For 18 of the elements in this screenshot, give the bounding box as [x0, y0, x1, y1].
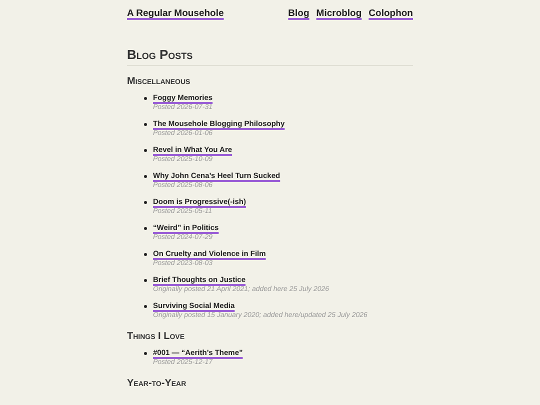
section-heading: Miscellaneous — [127, 76, 192, 87]
nav-link[interactable]: Blog — [288, 8, 310, 19]
bullet-icon — [144, 175, 147, 178]
bullet-icon — [144, 149, 147, 152]
bullet-icon — [144, 123, 147, 126]
bullet-icon — [144, 227, 147, 230]
bullet-icon — [144, 201, 147, 204]
nav-link[interactable]: Microblog — [316, 8, 362, 19]
bullet-icon — [144, 352, 147, 355]
section-heading: Year-to-Year — [127, 378, 188, 389]
page-heading: Blog Posts — [127, 47, 413, 66]
bullet-icon — [144, 97, 147, 100]
nav-link[interactable]: Colophon — [368, 8, 413, 19]
section-heading: Things I Love — [127, 331, 186, 342]
site-title-link[interactable]: A Regular Mousehole — [127, 8, 224, 19]
bullet-icon — [144, 305, 147, 308]
bullet-icon — [144, 279, 147, 282]
bullet-icon — [144, 253, 147, 256]
